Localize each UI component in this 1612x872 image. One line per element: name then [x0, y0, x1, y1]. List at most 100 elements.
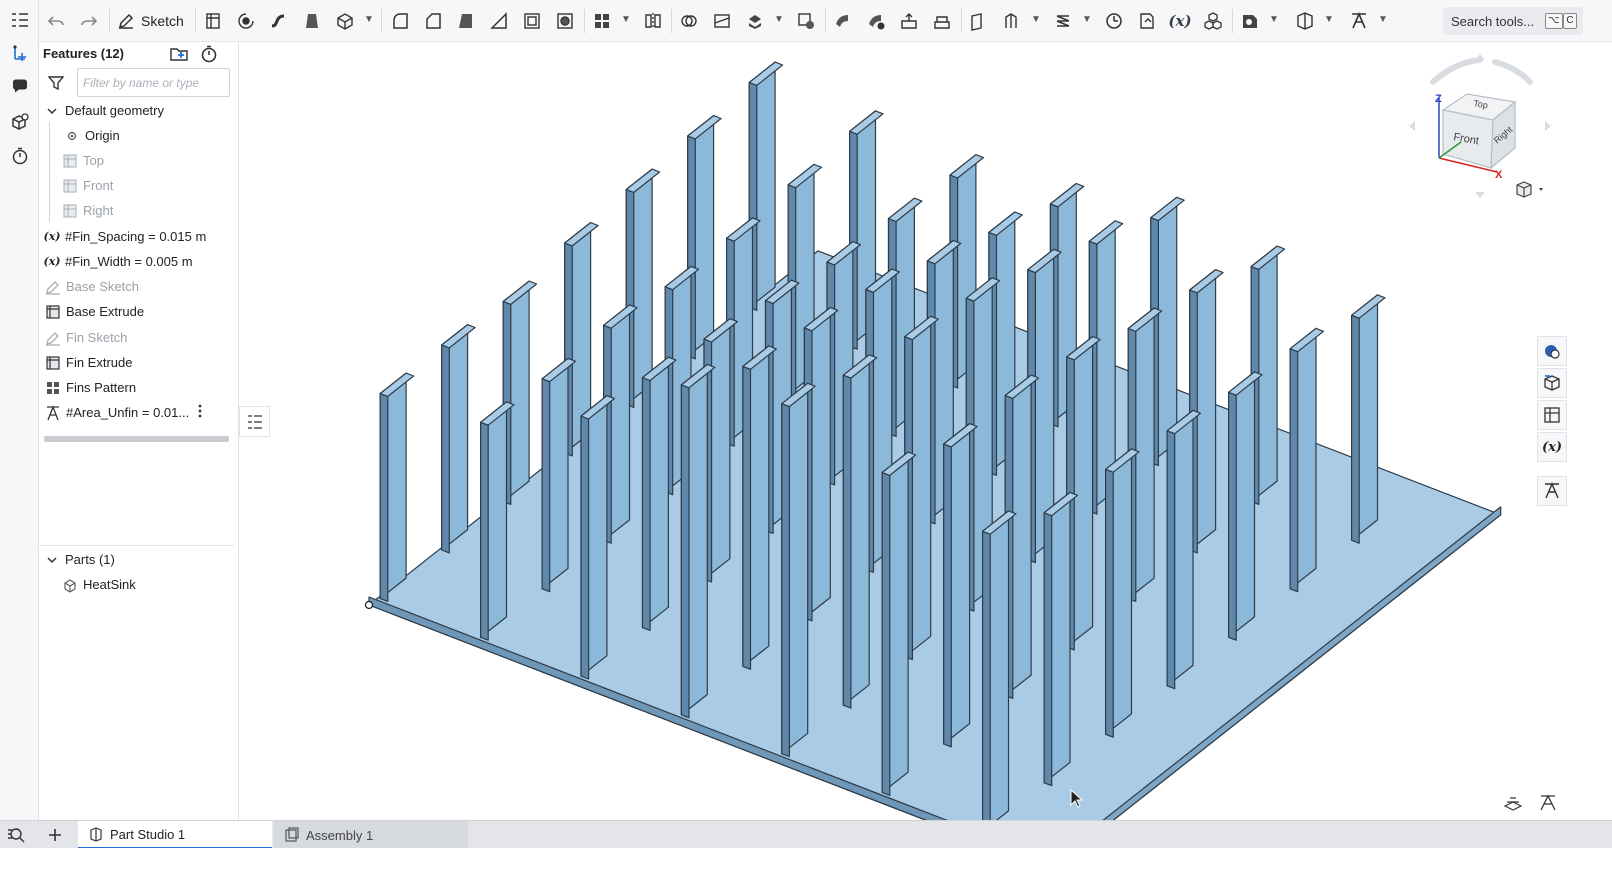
properties-panel-button[interactable] [1537, 368, 1567, 398]
chevron-down-icon[interactable]: ▼ [1269, 14, 1279, 28]
section-tool-icon[interactable] [1502, 794, 1526, 814]
tree-item-origin[interactable]: Origin [63, 123, 263, 148]
appearance-panel-button[interactable] [1537, 336, 1567, 366]
more-options-icon[interactable] [197, 403, 207, 422]
chevron-down-icon[interactable]: ▼ [1378, 14, 1388, 28]
fin-edge[interactable] [379, 392, 389, 603]
chevron-down-icon[interactable]: ▼ [621, 14, 631, 28]
view-options-button[interactable] [1514, 180, 1548, 200]
fin-edge[interactable] [781, 403, 791, 758]
chevron-down-icon[interactable] [43, 102, 61, 120]
tab-manager-icon[interactable] [6, 825, 32, 845]
measure-panel-button[interactable] [1537, 476, 1567, 506]
chevron-down-icon[interactable]: ▼ [1031, 14, 1041, 28]
fillet-icon[interactable] [387, 8, 413, 34]
tab-assembly-1[interactable]: Assembly 1 [274, 821, 468, 849]
sheet-metal-icon[interactable] [830, 8, 856, 34]
hole-icon[interactable] [552, 8, 578, 34]
rollback-bar[interactable] [44, 436, 229, 442]
feature-row-fin-sketch[interactable]: Fin Sketch [44, 325, 244, 350]
transform-icon[interactable] [742, 8, 768, 34]
shell-icon[interactable] [519, 8, 545, 34]
parts-icon[interactable] [7, 109, 33, 135]
plane-icon[interactable] [966, 8, 992, 34]
fin-edge[interactable] [881, 471, 891, 797]
loft-icon[interactable] [299, 8, 325, 34]
fin-edge[interactable] [641, 377, 651, 632]
helix-icon[interactable] [1050, 8, 1076, 34]
undo-icon[interactable] [43, 8, 69, 34]
feature-list-icon[interactable] [7, 7, 33, 33]
chevron-down-icon[interactable]: ▼ [364, 14, 374, 28]
measure-tool-icon[interactable] [1538, 794, 1560, 814]
tree-item-front-plane[interactable]: Front [61, 173, 261, 198]
derived-icon[interactable] [1134, 8, 1160, 34]
fin-edge[interactable] [1227, 391, 1237, 641]
add-folder-icon[interactable] [169, 44, 191, 66]
fin-edge[interactable] [580, 415, 590, 680]
parts-group[interactable]: Parts (1) [43, 547, 243, 572]
fin-edge[interactable] [680, 384, 690, 719]
fin-edge[interactable] [981, 530, 991, 835]
fin-edge[interactable] [441, 344, 450, 554]
measure-clock-icon[interactable] [1101, 8, 1127, 34]
tree-item-top-plane[interactable]: Top [61, 148, 261, 173]
fin-edge[interactable] [1166, 430, 1176, 690]
tab-part-studio-1[interactable]: Part Studio 1 [78, 821, 272, 849]
comments-icon[interactable] [7, 74, 33, 100]
feature-row-base-extrude[interactable]: Base Extrude [44, 299, 244, 324]
insert-icon[interactable] [7, 41, 33, 67]
feature-row-base-sketch[interactable]: Base Sketch [44, 274, 244, 299]
filter-input[interactable] [78, 69, 229, 96]
fin-edge[interactable] [1289, 348, 1299, 593]
fin-edge[interactable] [1043, 512, 1053, 787]
rollback-timer-icon[interactable] [199, 44, 221, 66]
fin-edge[interactable] [943, 443, 952, 748]
chevron-down-icon[interactable]: ▼ [1082, 14, 1092, 28]
filter-icon[interactable] [47, 74, 67, 94]
fin-edge[interactable] [1350, 314, 1360, 544]
chevron-down-icon[interactable] [43, 551, 61, 569]
fin-edge[interactable] [842, 374, 852, 709]
linear-pattern-icon[interactable] [589, 8, 615, 34]
feature-row-area-unfin[interactable]: #Area_Unfin = 0.01... [44, 400, 244, 425]
extrude-icon[interactable] [200, 8, 226, 34]
redo-icon[interactable] [76, 8, 102, 34]
hem-icon[interactable] [929, 8, 955, 34]
mirror-icon[interactable] [640, 8, 666, 34]
custom-features-icon[interactable] [1200, 8, 1226, 34]
mate-connector-icon[interactable] [999, 8, 1025, 34]
revolve-icon[interactable] [233, 8, 259, 34]
default-geometry-group[interactable]: Default geometry [43, 98, 243, 123]
variable-icon[interactable]: (x) [1167, 8, 1193, 34]
variables-panel-button[interactable]: (x) [1537, 432, 1567, 462]
mass-properties-button[interactable] [1537, 400, 1567, 430]
fin-edge[interactable] [541, 378, 551, 593]
boolean-icon[interactable] [676, 8, 702, 34]
rib-icon[interactable] [486, 8, 512, 34]
feature-row-fin-spacing[interactable]: (x) #Fin_Spacing = 0.015 m [43, 224, 243, 249]
add-tab-icon[interactable] [44, 824, 66, 846]
feature-row-fin-extrude[interactable]: Fin Extrude [44, 350, 244, 375]
view-cube[interactable]: Z X Front Top Right [1405, 50, 1555, 200]
feature-row-fins-pattern[interactable]: Fins Pattern [44, 375, 244, 400]
split-icon[interactable] [709, 8, 735, 34]
history-timer-icon[interactable] [7, 143, 33, 169]
section-view-icon[interactable] [1292, 8, 1318, 34]
tree-item-right-plane[interactable]: Right [61, 198, 261, 223]
search-tools-button[interactable]: Search tools... ⌥ C [1443, 7, 1583, 35]
chamfer-icon[interactable] [420, 8, 446, 34]
thicken-icon[interactable] [332, 8, 358, 34]
sketch-button[interactable]: Sketch [117, 8, 184, 34]
delete-part-icon[interactable] [793, 8, 819, 34]
flange-icon[interactable] [896, 8, 922, 34]
fin-edge[interactable] [480, 421, 489, 641]
feature-row-fin-width[interactable]: (x) #Fin_Width = 0.005 m [43, 249, 243, 274]
annotation-icon[interactable] [1346, 8, 1372, 34]
fin-edge[interactable] [742, 365, 752, 670]
render-icon[interactable] [1237, 8, 1263, 34]
chevron-down-icon[interactable]: ▼ [774, 14, 784, 28]
sweep-icon[interactable] [266, 8, 292, 34]
fin-edge[interactable] [1104, 468, 1114, 738]
sheet-metal-delete-icon[interactable] [863, 8, 889, 34]
